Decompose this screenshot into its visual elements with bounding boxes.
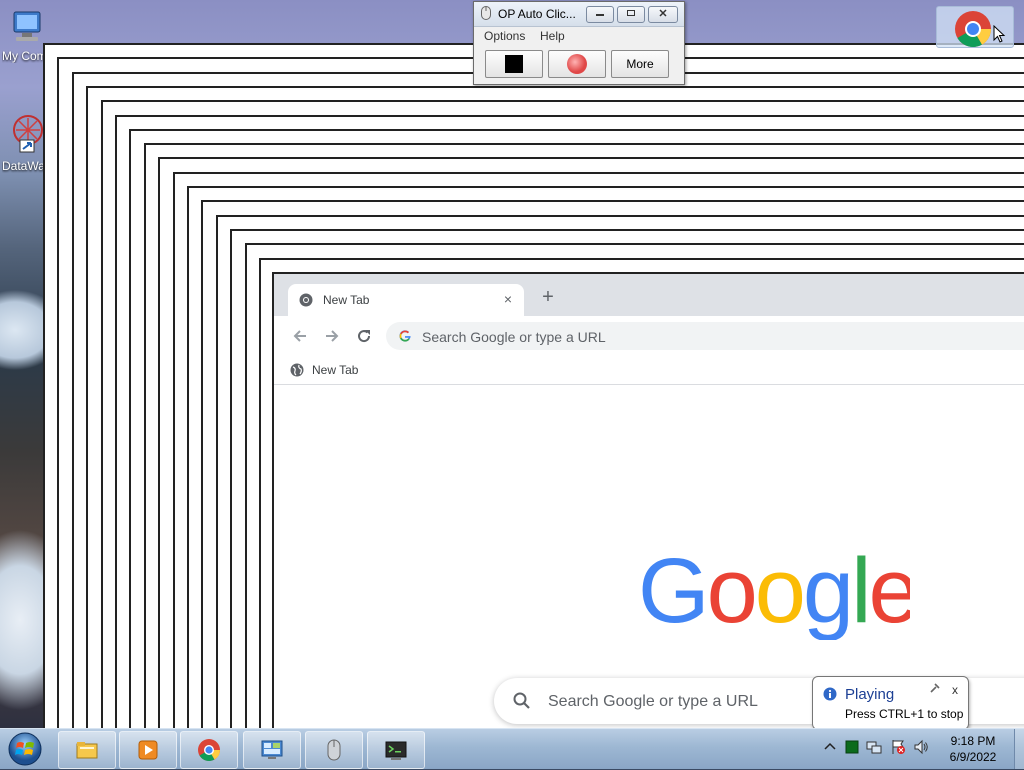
back-button[interactable] <box>288 324 312 348</box>
computer-icon <box>13 11 41 41</box>
restore-button[interactable] <box>617 6 645 23</box>
arrow-left-icon <box>293 330 306 342</box>
taskbar-media-player[interactable] <box>119 731 177 769</box>
media-player-icon <box>138 740 158 760</box>
mouse-cursor-icon <box>993 25 1006 43</box>
autoclicker-title: OP Auto Clic... <box>498 7 576 21</box>
google-logo: Google <box>638 548 910 640</box>
balloon-message: Press CTRL+1 to stop <box>845 707 964 721</box>
control-panel-icon <box>261 740 283 759</box>
google-g-icon <box>399 330 411 342</box>
close-button[interactable] <box>648 6 678 23</box>
minimize-button[interactable] <box>586 6 614 23</box>
menu-options[interactable]: Options <box>484 29 525 43</box>
autoclicker-window[interactable]: OP Auto Clic... Options Help More <box>473 1 685 85</box>
chrome-window[interactable]: New Tab × + Search Google or type a URL … <box>272 272 1024 728</box>
mouse-icon <box>327 739 341 761</box>
close-icon <box>659 9 667 17</box>
taskbar-terminal[interactable] <box>367 731 425 769</box>
reload-button[interactable] <box>352 324 376 348</box>
stop-square-icon <box>505 55 523 73</box>
info-icon <box>823 687 837 701</box>
taskbar-control-panel[interactable] <box>243 731 301 769</box>
tab-title: New Tab <box>323 293 370 307</box>
more-button[interactable]: More <box>611 50 669 78</box>
stop-button[interactable] <box>485 50 543 78</box>
balloon-title: Playing <box>845 686 895 703</box>
globe-icon <box>290 363 304 377</box>
desktop: My Computer DataWarrior New Tab × + <box>0 0 1024 728</box>
show-desktop-button[interactable] <box>1014 729 1024 769</box>
clock-date: 6/9/2022 <box>949 750 997 764</box>
record-button[interactable] <box>548 50 606 78</box>
pin-icon[interactable] <box>930 683 940 696</box>
omnibox-input[interactable] <box>420 322 984 352</box>
taskbar-autoclicker[interactable] <box>305 731 363 769</box>
tray-arrow-icon[interactable] <box>822 739 838 755</box>
chrome-icon <box>198 739 220 761</box>
notification-balloon[interactable]: Playing x Press CTRL+1 to stop <box>812 676 969 728</box>
taskbar-file-explorer[interactable] <box>58 731 116 769</box>
autoclicker-menubar: Options Help <box>474 27 684 45</box>
taskbar: 9:18 PM 6/9/2022 <box>0 728 1024 769</box>
desktop-icon-label: My Computer <box>2 49 46 63</box>
wrench-icon <box>930 683 940 693</box>
taskbar-thumbnail-chrome[interactable] <box>936 6 1014 48</box>
menu-help[interactable]: Help <box>540 29 565 43</box>
terminal-icon <box>385 741 407 760</box>
desktop-icon-label: DataWarrior <box>2 159 46 173</box>
system-clock[interactable]: 9:18 PM 6/9/2022 <box>940 733 1006 765</box>
action-center-icon[interactable] <box>890 739 906 755</box>
taskbar-chrome[interactable] <box>180 731 238 769</box>
file-explorer-icon <box>76 742 98 759</box>
windows-orb-icon <box>8 732 42 766</box>
bookmark-label: New Tab <box>312 363 359 377</box>
network-icon[interactable] <box>866 739 882 755</box>
clock-time: 9:18 PM <box>950 734 996 748</box>
svg-text:Google: Google <box>638 548 910 640</box>
record-circle-icon <box>567 54 587 74</box>
tab-new-tab[interactable]: New Tab × <box>288 284 524 316</box>
tab-strip: New Tab × + <box>274 274 1024 316</box>
reload-icon <box>358 330 371 343</box>
restore-icon <box>627 10 635 16</box>
omnibox[interactable] <box>386 322 1024 352</box>
search-icon <box>513 692 530 709</box>
bookmark-new-tab[interactable]: New Tab <box>290 360 358 380</box>
forward-button[interactable] <box>320 324 344 348</box>
autoclicker-titlebar[interactable]: OP Auto Clic... <box>474 2 684 27</box>
start-button[interactable] <box>6 731 44 767</box>
chrome-favicon-icon <box>299 293 313 307</box>
tab-close-button[interactable]: × <box>500 291 516 307</box>
arrow-right-icon <box>326 330 339 342</box>
new-tab-button[interactable]: + <box>538 287 558 308</box>
google-logo-letter: G <box>638 548 707 640</box>
chrome-icon <box>955 11 991 48</box>
mouse-icon <box>481 6 491 20</box>
volume-icon[interactable] <box>913 739 929 755</box>
chrome-toolbar <box>274 316 1024 356</box>
minimize-icon <box>596 14 604 16</box>
balloon-close-button[interactable]: x <box>952 683 958 697</box>
datawarrior-icon <box>13 115 43 153</box>
tray-app-icon[interactable] <box>844 739 860 755</box>
bookmarks-bar: New Tab <box>274 356 1024 385</box>
